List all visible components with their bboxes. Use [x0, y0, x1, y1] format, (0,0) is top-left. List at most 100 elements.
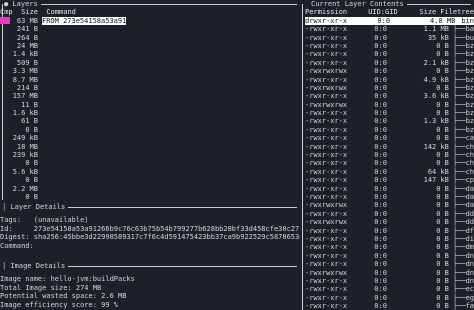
layer-row[interactable]: 0 B: [0, 193, 300, 200]
layer-command: FROM 273e54158a53a91: [42, 16, 127, 25]
layer-row[interactable]: 0 B: [0, 159, 300, 167]
layer-row[interactable]: 61 B: [0, 117, 300, 125]
layer-row[interactable]: 249 kB: [0, 134, 300, 142]
file-row[interactable]: -rwxr-xr-x 0:0 0 B ├── dn: [305, 260, 474, 268]
tree-branch-icon: ├──: [452, 58, 466, 67]
file-uidgid: 0:0: [374, 33, 387, 42]
file-size: 0 B: [436, 243, 449, 252]
tags-row: Tags: (unavailable): [0, 216, 300, 224]
file-permission: -rwxr-xr-x: [305, 276, 348, 285]
layer-row[interactable]: 11 B: [0, 101, 300, 109]
file-row[interactable]: -rwxrwxrwx 0:0 0 B ├── dd: [305, 218, 474, 226]
file-name: bz: [465, 100, 474, 109]
layer-row[interactable]: 509 B: [0, 59, 300, 67]
file-uidgid: 0:0: [374, 293, 387, 302]
file-name: ch: [465, 151, 474, 160]
file-size: 3.6 kB: [423, 92, 449, 101]
file-row[interactable]: -rwxr-xr-x 0:0 0 B ├── dd: [305, 210, 474, 218]
file-uidgid: 0:0: [374, 142, 387, 151]
file-tree-list[interactable]: drwxr-xr-x 0:0 4.8 MB bin -rwxr-xr-x 0:0 1.1 M…: [305, 16, 474, 310]
layer-row[interactable]: 63 MB FROM 273e54158a53a91: [0, 16, 300, 25]
file-row[interactable]: -rwxrwxrwx 0:0 0 B ├── bz: [305, 101, 474, 109]
layer-row[interactable]: 0 B: [0, 176, 300, 184]
layer-row[interactable]: 18 MB: [0, 143, 300, 151]
file-row[interactable]: -rwxr-xr-x 0:0 0 B ├── ch: [305, 159, 474, 167]
layer-row[interactable]: 1.4 kB: [0, 50, 300, 58]
layer-size: 0 B: [25, 176, 38, 185]
tree-branch-icon: ├──: [452, 50, 466, 59]
file-row[interactable]: -rwxr-xr-x 0:0 0 B ├── di: [305, 235, 474, 243]
layer-row[interactable]: 214 B: [0, 84, 300, 92]
file-permission: -rwxr-xr-x: [305, 58, 348, 67]
file-size: 0 B: [436, 293, 449, 302]
file-permission: -rwxr-xr-x: [305, 142, 348, 151]
file-row[interactable]: -rwxr-xr-x 0:0 0 B ├── fa: [305, 302, 474, 310]
layer-row[interactable]: 2.2 MB: [0, 185, 300, 193]
file-name: bu: [465, 33, 474, 42]
layer-size: 0 B: [25, 125, 38, 134]
file-row[interactable]: -rwxr-xr-x 0:0 0 B ├── df: [305, 227, 474, 235]
file-row[interactable]: -rwxr-xr-x 0:0 0 B ├── ca: [305, 134, 474, 142]
file-size: 0 B: [436, 234, 449, 243]
layer-row[interactable]: 24 MB: [0, 42, 300, 50]
digest-value: sha256:45bbe3d22998589317c7f6c4d59147542…: [33, 233, 300, 242]
file-row[interactable]: -rwxr-xr-x 0:0 0 B ├── dn: [305, 277, 474, 285]
file-row[interactable]: -rwxr-xr-x 0:0 147 kB ├── cp: [305, 176, 474, 184]
file-row[interactable]: -rwxrwxrwx 0:0 0 B ├── bz: [305, 84, 474, 92]
file-row[interactable]: -rwxr-xr-x 0:0 3.6 kB ├── bz: [305, 92, 474, 100]
file-row[interactable]: -rwxr-xr-x 0:0 0 B ├── ec: [305, 285, 474, 293]
file-uidgid: 0:0: [374, 276, 387, 285]
tree-branch-icon: ├──: [452, 293, 466, 302]
file-row[interactable]: -rwxr-xr-x 0:0 0 B ├── da: [305, 185, 474, 193]
layer-row[interactable]: 1.6 kB: [0, 109, 300, 117]
file-permission: -rwxr-xr-x: [305, 184, 348, 193]
file-uidgid: 0:0: [374, 167, 387, 176]
file-name: ch: [465, 142, 474, 151]
file-row[interactable]: -rwxrwxrwx 0:0 0 B ├── dn: [305, 269, 474, 277]
layer-row[interactable]: 5.6 kB: [0, 168, 300, 176]
file-row[interactable]: -rwxr-xr-x 0:0 0 B ├── bz: [305, 50, 474, 58]
layer-row[interactable]: 8.7 MB: [0, 76, 300, 84]
file-size: 0 B: [436, 100, 449, 109]
file-row[interactable]: -rwxr-xr-x 0:0 64 kB ├── ch: [305, 168, 474, 176]
layers-title: ● Layers: [4, 0, 38, 8]
file-row[interactable]: -rwxr-xr-x 0:0 0 B ├── bz: [305, 42, 474, 50]
layer-row[interactable]: 0 B: [0, 126, 300, 134]
layer-row[interactable]: 241 B: [0, 25, 300, 33]
layer-row[interactable]: 157 MB: [0, 92, 300, 100]
layer-row[interactable]: 239 kB: [0, 151, 300, 159]
layer-size: 11 B: [21, 100, 38, 109]
file-row[interactable]: -rwxr-xr-x 0:0 0 B ├── bz: [305, 126, 474, 134]
file-name: bz: [465, 50, 474, 59]
col-filesize: Size: [419, 8, 437, 17]
file-uidgid: 0:0: [374, 117, 387, 126]
file-row[interactable]: -rwxr-xr-x 0:0 4.9 kB ├── bz: [305, 76, 474, 84]
file-row[interactable]: -rwxr-xr-x 0:0 1.3 kB ├── bz: [305, 117, 474, 125]
layer-row[interactable]: 3.3 MB: [0, 67, 300, 75]
file-row[interactable]: -rwxr-xr-x 0:0 1.1 MB ├── ba: [305, 25, 474, 33]
file-row[interactable]: -rwxrwxrwx 0:0 0 B ├── da: [305, 201, 474, 209]
file-row[interactable]: -rwxr-xr-x 0:0 0 B ├── dm: [305, 243, 474, 251]
file-permission: -rwxrwxrwx: [305, 268, 348, 277]
file-row[interactable]: -rwxr-xr-x 0:0 0 B ├── ch: [305, 151, 474, 159]
file-row[interactable]: -rwxrwxrwx 0:0 0 B ├── bz: [305, 67, 474, 75]
file-row[interactable]: drwxr-xr-x 0:0 4.8 MB bin: [305, 16, 474, 26]
image-details-pane: │ Image Details Image name: hello-jvm:bu…: [0, 262, 300, 310]
file-row[interactable]: -rwxr-xr-x 0:0 0 B ├── bz: [305, 109, 474, 117]
file-size: 1.1 MB: [423, 25, 449, 34]
contents-pane[interactable]: Current Layer Contents Permission UID:GI…: [305, 0, 474, 310]
file-name: dn: [465, 276, 474, 285]
layers-pane[interactable]: ● Layers Cmp Size Command 63 MB FROM 273e…: [0, 0, 300, 200]
file-name: bz: [465, 58, 474, 67]
tree-branch-icon: ├──: [452, 159, 466, 168]
file-row[interactable]: -rwxr-xr-x 0:0 0 B ├── dn: [305, 252, 474, 260]
layer-row[interactable]: 264 B: [0, 34, 300, 42]
file-permission: -rwxrwxrwx: [305, 67, 348, 76]
layers-list[interactable]: 63 MB FROM 273e54158a53a91 241 B 264 B 24 MB…: [0, 16, 300, 200]
file-name: ec: [465, 285, 474, 294]
file-row[interactable]: -rwxr-xr-x 0:0 0 B ├── eg: [305, 294, 474, 302]
file-row[interactable]: -rwxr-xr-x 0:0 2.1 kB ├── bz: [305, 59, 474, 67]
file-row[interactable]: -rwxr-xr-x 0:0 35 kB ├── bu: [305, 34, 474, 42]
file-row[interactable]: -rwxr-xr-x 0:0 0 B ├── da: [305, 193, 474, 201]
file-row[interactable]: -rwxr-xr-x 0:0 142 kB ├── ch: [305, 143, 474, 151]
